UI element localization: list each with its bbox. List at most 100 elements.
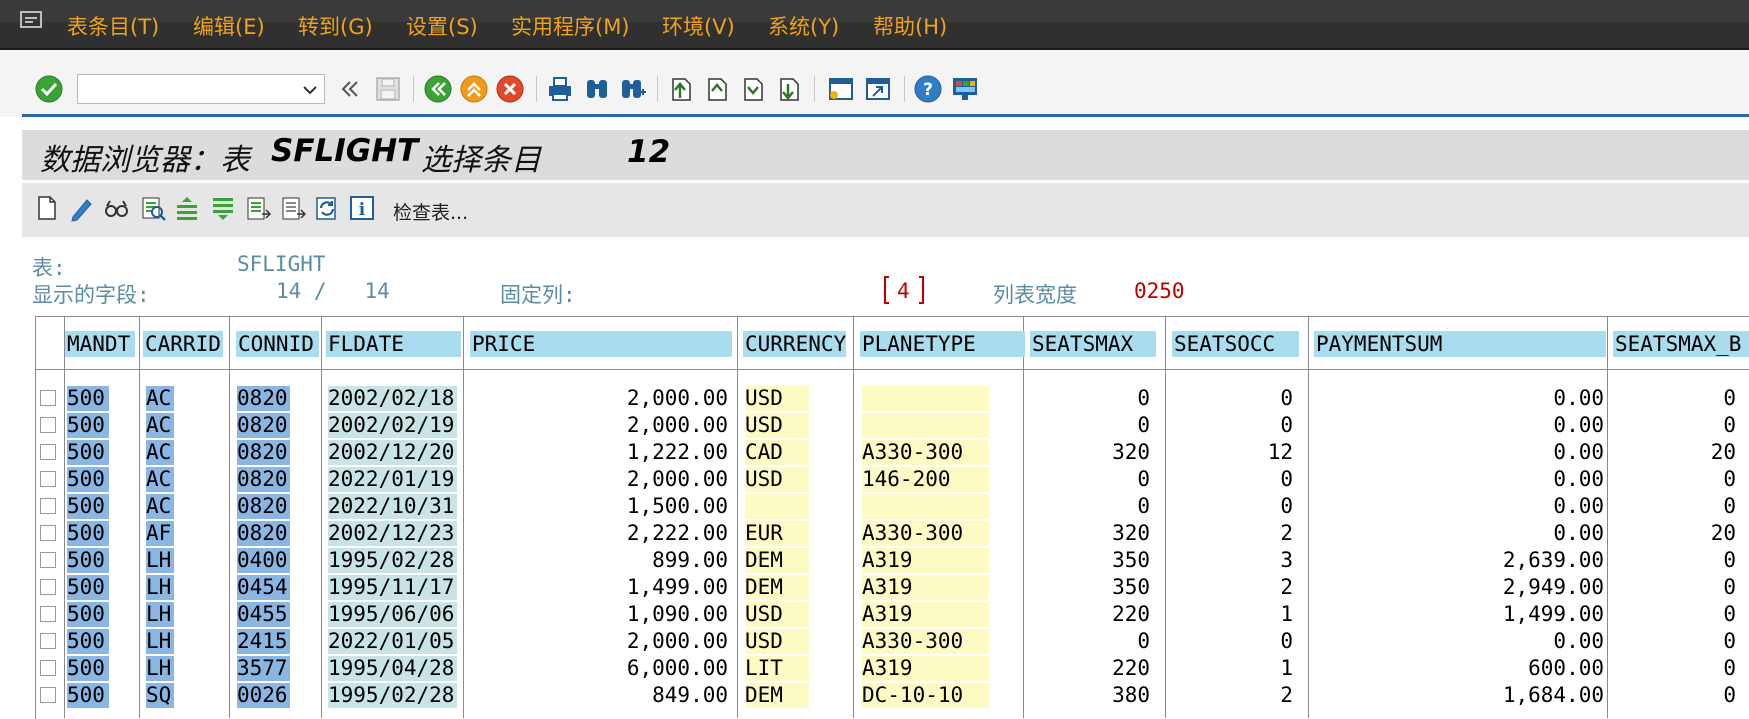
cell-paymentsum[interactable]: 0.00 [1316,494,1604,519]
cell-connid[interactable]: 0820 [237,440,290,465]
find-next-icon[interactable] [618,74,648,104]
cell-seatsocc[interactable]: 2 [1174,683,1293,708]
help-icon[interactable]: ? [913,74,943,104]
cell-fldate[interactable]: 1995/02/28 [328,683,457,708]
column-divider[interactable] [64,316,65,718]
cell-price[interactable]: 899.00 [472,548,728,573]
cell-fldate[interactable]: 1995/11/17 [328,575,457,600]
cell-currency[interactable]: LIT [745,656,809,681]
cell-seatsmax_b[interactable]: 0 [1615,629,1736,654]
cell-seatsmax[interactable]: 220 [1032,656,1150,681]
cell-fldate[interactable]: 2002/12/23 [328,521,457,546]
row-select-checkbox[interactable] [40,579,56,595]
command-field[interactable] [77,74,325,104]
cell-carrid[interactable]: AF [146,521,174,546]
cell-seatsmax[interactable]: 0 [1032,629,1150,654]
cell-carrid[interactable]: AC [146,386,174,411]
cell-paymentsum[interactable]: 0.00 [1316,521,1604,546]
cell-seatsmax[interactable]: 0 [1032,494,1150,519]
menu-table-entry[interactable]: 表条目(T) [67,11,159,41]
cell-fldate[interactable]: 2022/01/19 [328,467,457,492]
display-icon[interactable] [103,194,129,222]
column-header-price[interactable]: PRICE [470,331,732,357]
cell-carrid[interactable]: LH [146,656,174,681]
column-header-carrid[interactable]: CARRID [143,331,223,357]
command-dropdown-icon[interactable] [302,84,318,96]
find-icon[interactable] [582,74,612,104]
cell-currency[interactable]: DEM [745,575,809,600]
cell-price[interactable]: 2,000.00 [472,629,728,654]
cell-seatsocc[interactable]: 3 [1174,548,1293,573]
previous-page-icon[interactable] [701,74,731,104]
menu-settings[interactable]: 设置(S) [406,11,478,41]
sort-ascending-icon[interactable] [174,194,200,222]
cell-seatsmax_b[interactable]: 0 [1615,413,1736,438]
menu-system[interactable]: 系统(Y) [768,11,839,41]
row-select-checkbox[interactable] [40,417,56,433]
cell-seatsmax_b[interactable]: 0 [1615,683,1736,708]
column-divider[interactable] [1023,316,1024,718]
cell-currency[interactable]: DEM [745,683,809,708]
cell-seatsmax[interactable]: 380 [1032,683,1150,708]
column-divider[interactable] [737,316,738,718]
row-select-checkbox[interactable] [40,633,56,649]
cell-planetype[interactable]: 146-200 [862,467,989,492]
menu-utilities[interactable]: 实用程序(M) [511,11,630,41]
cell-paymentsum[interactable]: 1,499.00 [1316,602,1604,627]
cell-price[interactable]: 1,500.00 [472,494,728,519]
cell-seatsocc[interactable]: 12 [1174,440,1293,465]
column-divider[interactable] [1308,316,1309,718]
cell-currency[interactable]: DEM [745,548,809,573]
cell-seatsmax[interactable]: 0 [1032,386,1150,411]
column-header-fldate[interactable]: FLDATE [326,331,461,357]
row-select-checkbox[interactable] [40,552,56,568]
row-select-checkbox[interactable] [40,498,56,514]
column-header-paymentsum[interactable]: PAYMENTSUM [1314,331,1606,357]
cell-paymentsum[interactable]: 1,684.00 [1316,683,1604,708]
cell-carrid[interactable]: LH [146,629,174,654]
cell-connid[interactable]: 0820 [237,413,290,438]
cell-mandt[interactable]: 500 [67,386,109,411]
cell-seatsmax[interactable]: 0 [1032,467,1150,492]
back-icon[interactable] [423,74,453,104]
cell-fldate[interactable]: 1995/02/28 [328,548,457,573]
cell-planetype[interactable]: A319 [862,602,989,627]
cell-carrid[interactable]: AC [146,413,174,438]
cell-fldate[interactable]: 2002/02/18 [328,386,457,411]
cell-planetype[interactable]: A330-300 [862,629,989,654]
cell-price[interactable]: 2,000.00 [472,467,728,492]
menu-edit[interactable]: 编辑(E) [193,11,265,41]
row-select-checkbox[interactable] [40,444,56,460]
system-menu-icon[interactable] [20,10,44,30]
exit-icon[interactable] [459,74,489,104]
cell-fldate[interactable]: 1995/04/28 [328,656,457,681]
row-select-checkbox[interactable] [40,606,56,622]
column-divider[interactable] [321,316,322,718]
cell-planetype[interactable]: A319 [862,548,989,573]
change-icon[interactable] [68,194,94,222]
cell-seatsocc[interactable]: 0 [1174,494,1293,519]
cell-paymentsum[interactable]: 0.00 [1316,440,1604,465]
cell-mandt[interactable]: 500 [67,440,109,465]
row-select-checkbox[interactable] [40,525,56,541]
create-icon[interactable] [34,194,60,222]
cell-currency[interactable]: CAD [745,440,809,465]
cell-price[interactable]: 2,222.00 [472,521,728,546]
row-select-checkbox[interactable] [40,687,56,703]
cell-mandt[interactable]: 500 [67,629,109,654]
cell-paymentsum[interactable]: 2,639.00 [1316,548,1604,573]
menu-environment[interactable]: 环境(V) [662,11,735,41]
cell-currency[interactable]: USD [745,629,809,654]
cell-planetype[interactable]: A319 [862,575,989,600]
cell-seatsmax[interactable]: 220 [1032,602,1150,627]
cell-connid[interactable]: 0820 [237,521,290,546]
cell-mandt[interactable]: 500 [67,467,109,492]
next-page-icon[interactable] [737,74,767,104]
sort-descending-icon[interactable] [210,194,236,222]
cell-carrid[interactable]: AC [146,440,174,465]
shortcut-icon[interactable] [863,74,893,104]
cell-price[interactable]: 6,000.00 [472,656,728,681]
cell-seatsmax_b[interactable]: 0 [1615,602,1736,627]
cell-mandt[interactable]: 500 [67,575,109,600]
cell-mandt[interactable]: 500 [67,683,109,708]
